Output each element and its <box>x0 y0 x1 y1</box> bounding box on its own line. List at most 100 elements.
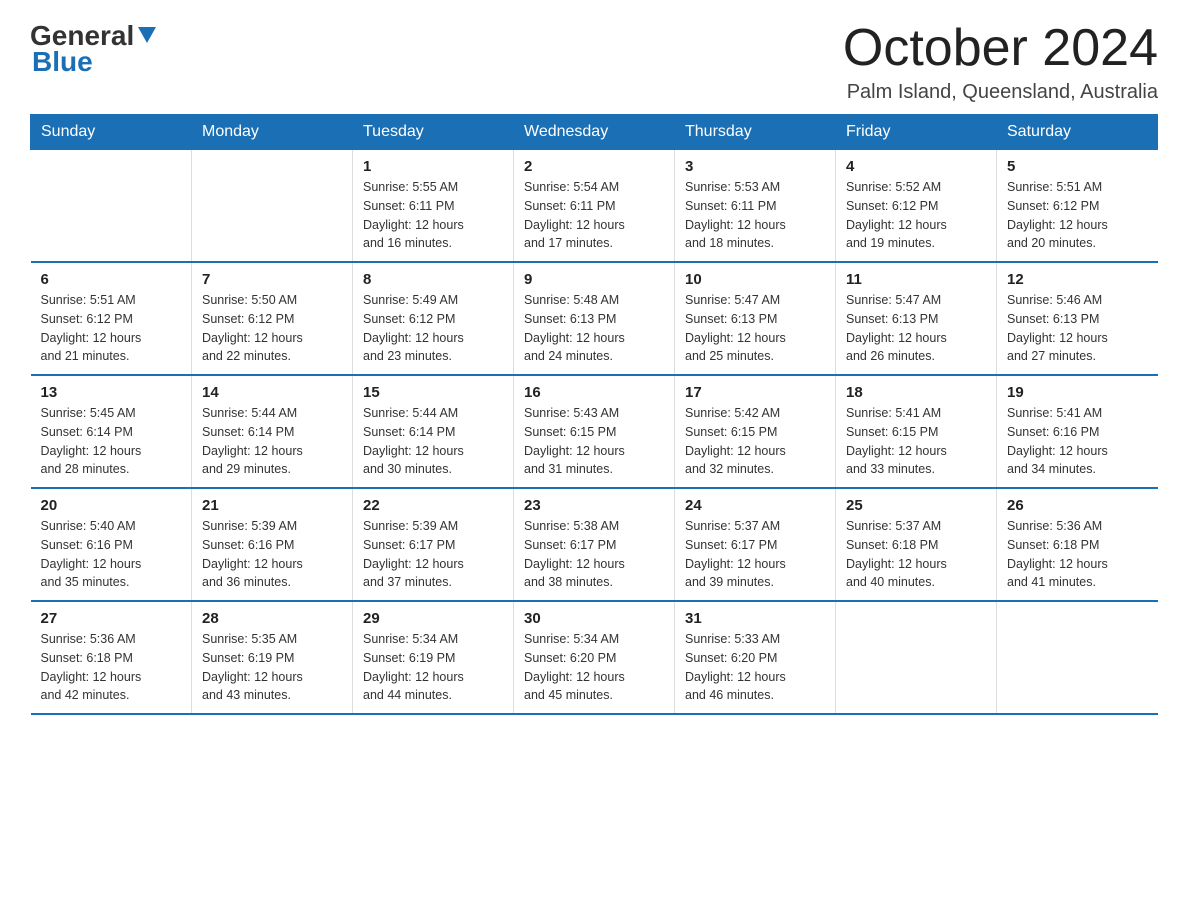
day-info: Sunrise: 5:37 AM Sunset: 6:18 PM Dayligh… <box>846 517 986 592</box>
calendar-header-wednesday: Wednesday <box>514 115 675 150</box>
day-info: Sunrise: 5:47 AM Sunset: 6:13 PM Dayligh… <box>846 291 986 366</box>
location-text: Palm Island, Queensland, Australia <box>843 81 1158 104</box>
calendar-table: SundayMondayTuesdayWednesdayThursdayFrid… <box>30 114 1158 715</box>
day-info: Sunrise: 5:34 AM Sunset: 6:19 PM Dayligh… <box>363 630 503 705</box>
calendar-day-cell: 21 Sunrise: 5:39 AM Sunset: 6:16 PM Dayli… <box>192 488 353 601</box>
calendar-day-cell: 17 Sunrise: 5:42 AM Sunset: 6:15 PM Dayli… <box>675 375 836 488</box>
day-info: Sunrise: 5:52 AM Sunset: 6:12 PM Dayligh… <box>846 178 986 253</box>
day-info: Sunrise: 5:44 AM Sunset: 6:14 PM Dayligh… <box>202 404 342 479</box>
day-number: 23 <box>524 497 664 514</box>
day-number: 10 <box>685 271 825 288</box>
day-number: 15 <box>363 384 503 401</box>
day-number: 29 <box>363 610 503 627</box>
calendar-header-row: SundayMondayTuesdayWednesdayThursdayFrid… <box>31 115 1158 150</box>
day-info: Sunrise: 5:53 AM Sunset: 6:11 PM Dayligh… <box>685 178 825 253</box>
day-info: Sunrise: 5:39 AM Sunset: 6:17 PM Dayligh… <box>363 517 503 592</box>
day-number: 24 <box>685 497 825 514</box>
day-number: 25 <box>846 497 986 514</box>
day-info: Sunrise: 5:44 AM Sunset: 6:14 PM Dayligh… <box>363 404 503 479</box>
day-info: Sunrise: 5:41 AM Sunset: 6:16 PM Dayligh… <box>1007 404 1148 479</box>
day-info: Sunrise: 5:55 AM Sunset: 6:11 PM Dayligh… <box>363 178 503 253</box>
calendar-day-cell: 15 Sunrise: 5:44 AM Sunset: 6:14 PM Dayli… <box>353 375 514 488</box>
calendar-day-cell: 7 Sunrise: 5:50 AM Sunset: 6:12 PM Daylig… <box>192 262 353 375</box>
calendar-day-cell: 20 Sunrise: 5:40 AM Sunset: 6:16 PM Dayli… <box>31 488 192 601</box>
day-info: Sunrise: 5:40 AM Sunset: 6:16 PM Dayligh… <box>41 517 182 592</box>
calendar-day-cell: 30 Sunrise: 5:34 AM Sunset: 6:20 PM Dayli… <box>514 601 675 714</box>
calendar-day-cell: 3 Sunrise: 5:53 AM Sunset: 6:11 PM Daylig… <box>675 150 836 263</box>
calendar-day-cell: 26 Sunrise: 5:36 AM Sunset: 6:18 PM Dayli… <box>997 488 1158 601</box>
day-info: Sunrise: 5:37 AM Sunset: 6:17 PM Dayligh… <box>685 517 825 592</box>
day-info: Sunrise: 5:36 AM Sunset: 6:18 PM Dayligh… <box>1007 517 1148 592</box>
calendar-day-cell: 1 Sunrise: 5:55 AM Sunset: 6:11 PM Daylig… <box>353 150 514 263</box>
day-info: Sunrise: 5:48 AM Sunset: 6:13 PM Dayligh… <box>524 291 664 366</box>
day-number: 26 <box>1007 497 1148 514</box>
calendar-day-cell: 18Sunrise: 5:41 AM Sunset: 6:15 PM Dayli… <box>836 375 997 488</box>
day-number: 19 <box>1007 384 1148 401</box>
day-number: 27 <box>41 610 182 627</box>
calendar-day-cell: 11 Sunrise: 5:47 AM Sunset: 6:13 PM Dayli… <box>836 262 997 375</box>
day-number: 28 <box>202 610 342 627</box>
day-info: Sunrise: 5:35 AM Sunset: 6:19 PM Dayligh… <box>202 630 342 705</box>
calendar-day-cell: 4 Sunrise: 5:52 AM Sunset: 6:12 PM Daylig… <box>836 150 997 263</box>
day-number: 11 <box>846 271 986 288</box>
logo-blue-text: Blue <box>32 46 93 77</box>
calendar-header-friday: Friday <box>836 115 997 150</box>
day-info: Sunrise: 5:39 AM Sunset: 6:16 PM Dayligh… <box>202 517 342 592</box>
day-info: Sunrise: 5:47 AM Sunset: 6:13 PM Dayligh… <box>685 291 825 366</box>
day-number: 5 <box>1007 158 1148 175</box>
day-number: 13 <box>41 384 182 401</box>
day-info: Sunrise: 5:42 AM Sunset: 6:15 PM Dayligh… <box>685 404 825 479</box>
calendar-header-thursday: Thursday <box>675 115 836 150</box>
calendar-day-cell: 25 Sunrise: 5:37 AM Sunset: 6:18 PM Dayli… <box>836 488 997 601</box>
calendar-day-cell: 6 Sunrise: 5:51 AM Sunset: 6:12 PM Daylig… <box>31 262 192 375</box>
day-number: 14 <box>202 384 342 401</box>
calendar-header-tuesday: Tuesday <box>353 115 514 150</box>
calendar-header-sunday: Sunday <box>31 115 192 150</box>
calendar-week-row: 6 Sunrise: 5:51 AM Sunset: 6:12 PM Daylig… <box>31 262 1158 375</box>
day-number: 12 <box>1007 271 1148 288</box>
calendar-week-row: 13Sunrise: 5:45 AM Sunset: 6:14 PM Dayli… <box>31 375 1158 488</box>
calendar-day-cell: 29 Sunrise: 5:34 AM Sunset: 6:19 PM Dayli… <box>353 601 514 714</box>
calendar-day-cell: 24 Sunrise: 5:37 AM Sunset: 6:17 PM Dayli… <box>675 488 836 601</box>
day-number: 6 <box>41 271 182 288</box>
day-info: Sunrise: 5:50 AM Sunset: 6:12 PM Dayligh… <box>202 291 342 366</box>
day-number: 7 <box>202 271 342 288</box>
day-number: 22 <box>363 497 503 514</box>
day-info: Sunrise: 5:34 AM Sunset: 6:20 PM Dayligh… <box>524 630 664 705</box>
day-info: Sunrise: 5:38 AM Sunset: 6:17 PM Dayligh… <box>524 517 664 592</box>
calendar-day-cell: 10 Sunrise: 5:47 AM Sunset: 6:13 PM Dayli… <box>675 262 836 375</box>
day-number: 3 <box>685 158 825 175</box>
day-info: Sunrise: 5:41 AM Sunset: 6:15 PM Dayligh… <box>846 404 986 479</box>
calendar-day-cell: 12Sunrise: 5:46 AM Sunset: 6:13 PM Dayli… <box>997 262 1158 375</box>
day-number: 8 <box>363 271 503 288</box>
month-title: October 2024 <box>843 20 1158 77</box>
day-number: 21 <box>202 497 342 514</box>
calendar-day-cell: 27Sunrise: 5:36 AM Sunset: 6:18 PM Dayli… <box>31 601 192 714</box>
day-number: 31 <box>685 610 825 627</box>
day-number: 17 <box>685 384 825 401</box>
day-number: 1 <box>363 158 503 175</box>
calendar-week-row: 27Sunrise: 5:36 AM Sunset: 6:18 PM Dayli… <box>31 601 1158 714</box>
day-number: 30 <box>524 610 664 627</box>
logo: General Blue <box>30 20 158 78</box>
day-info: Sunrise: 5:43 AM Sunset: 6:15 PM Dayligh… <box>524 404 664 479</box>
day-info: Sunrise: 5:51 AM Sunset: 6:12 PM Dayligh… <box>41 291 182 366</box>
calendar-day-cell: 2 Sunrise: 5:54 AM Sunset: 6:11 PM Daylig… <box>514 150 675 263</box>
day-number: 20 <box>41 497 182 514</box>
calendar-day-cell <box>192 150 353 263</box>
calendar-day-cell <box>31 150 192 263</box>
day-info: Sunrise: 5:51 AM Sunset: 6:12 PM Dayligh… <box>1007 178 1148 253</box>
day-info: Sunrise: 5:49 AM Sunset: 6:12 PM Dayligh… <box>363 291 503 366</box>
day-number: 2 <box>524 158 664 175</box>
calendar-week-row: 20 Sunrise: 5:40 AM Sunset: 6:16 PM Dayli… <box>31 488 1158 601</box>
calendar-day-cell: 8 Sunrise: 5:49 AM Sunset: 6:12 PM Daylig… <box>353 262 514 375</box>
day-info: Sunrise: 5:33 AM Sunset: 6:20 PM Dayligh… <box>685 630 825 705</box>
calendar-day-cell: 9Sunrise: 5:48 AM Sunset: 6:13 PM Daylig… <box>514 262 675 375</box>
calendar-day-cell: 19 Sunrise: 5:41 AM Sunset: 6:16 PM Dayli… <box>997 375 1158 488</box>
day-info: Sunrise: 5:54 AM Sunset: 6:11 PM Dayligh… <box>524 178 664 253</box>
calendar-day-cell <box>997 601 1158 714</box>
day-number: 4 <box>846 158 986 175</box>
logo-triangle-icon <box>136 23 158 45</box>
calendar-day-cell: 22 Sunrise: 5:39 AM Sunset: 6:17 PM Dayli… <box>353 488 514 601</box>
calendar-day-cell: 16Sunrise: 5:43 AM Sunset: 6:15 PM Dayli… <box>514 375 675 488</box>
